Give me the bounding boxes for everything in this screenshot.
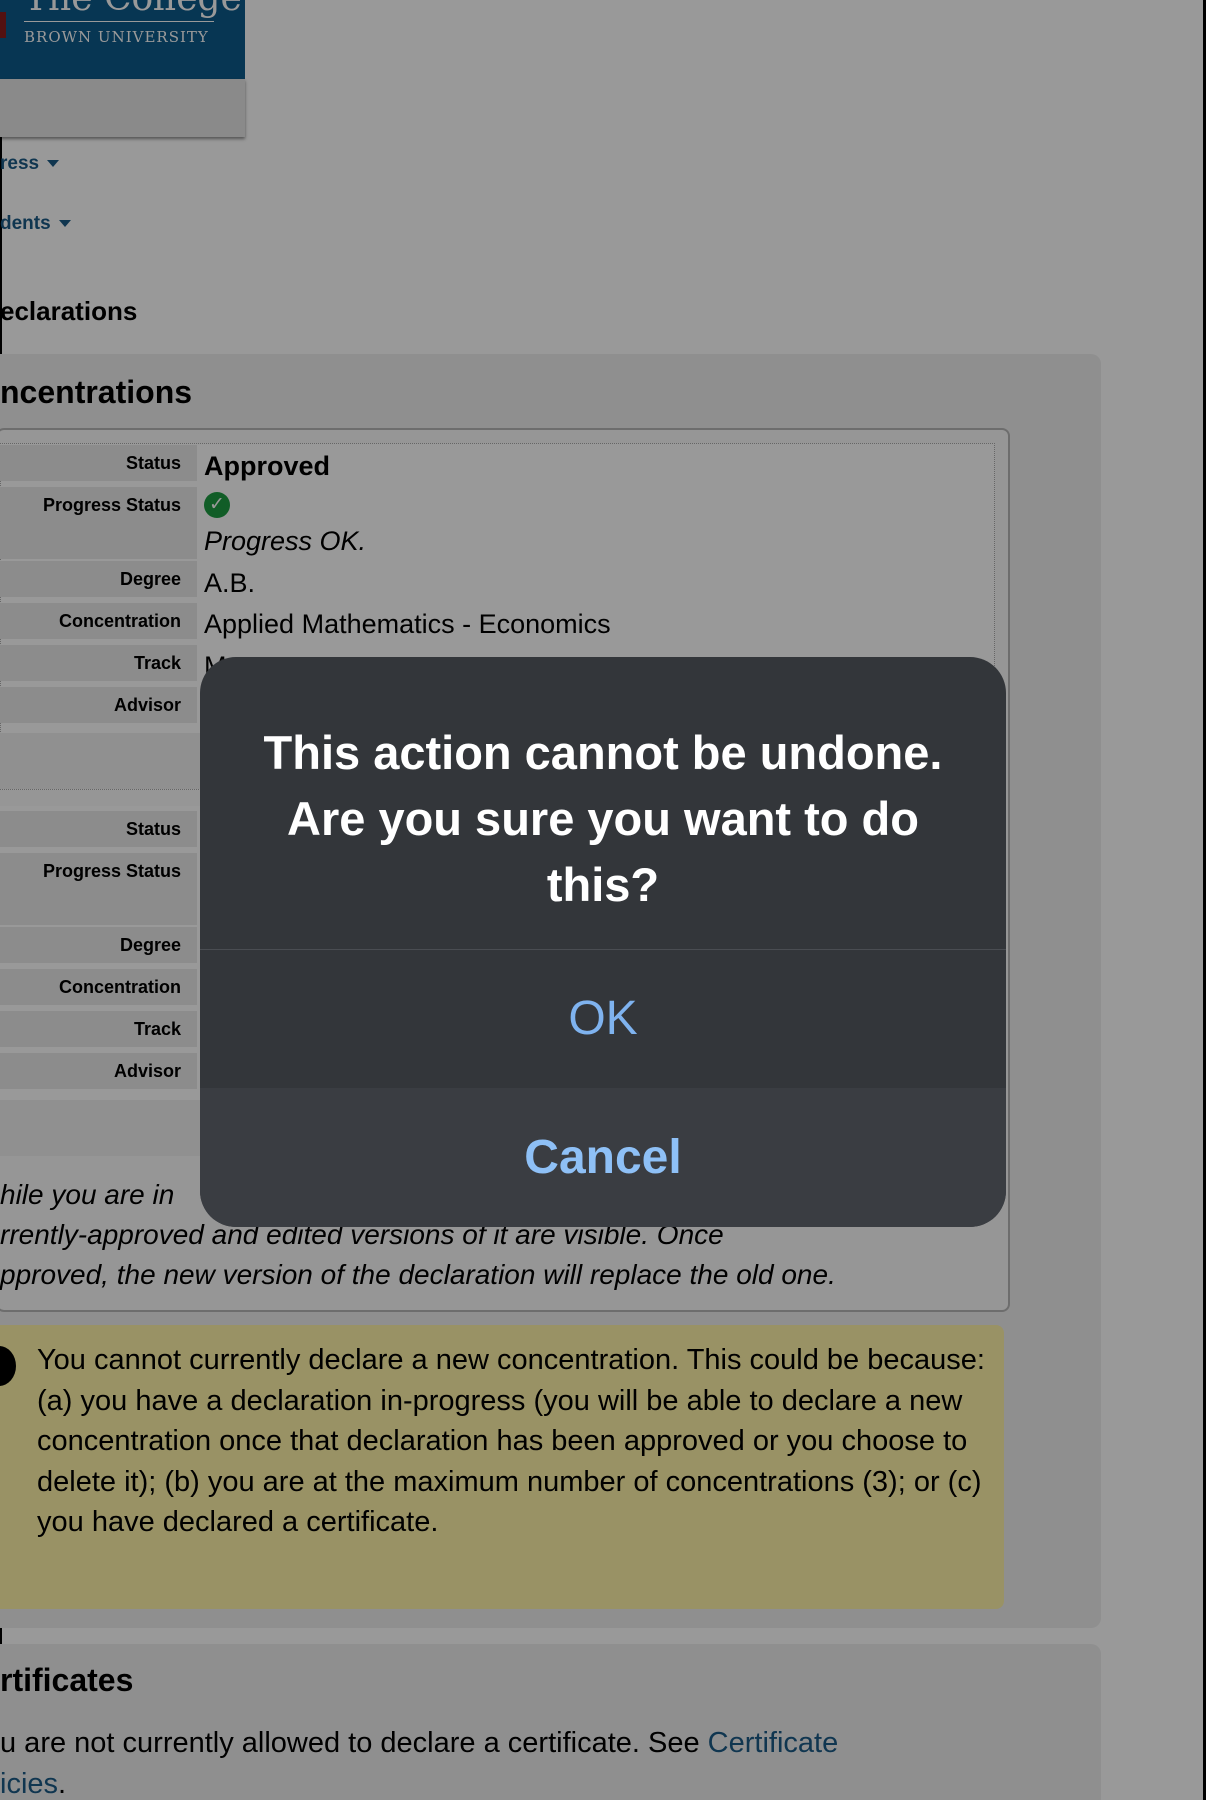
confirm-dialog: This action cannot be undone. Are you su… bbox=[200, 657, 1006, 1227]
ok-button[interactable]: OK bbox=[200, 950, 1006, 1088]
page: The College BROWN UNIVERSITY ress dents … bbox=[0, 0, 1206, 1800]
cancel-button[interactable]: Cancel bbox=[200, 1088, 1006, 1227]
dialog-message: This action cannot be undone. Are you su… bbox=[263, 726, 943, 911]
